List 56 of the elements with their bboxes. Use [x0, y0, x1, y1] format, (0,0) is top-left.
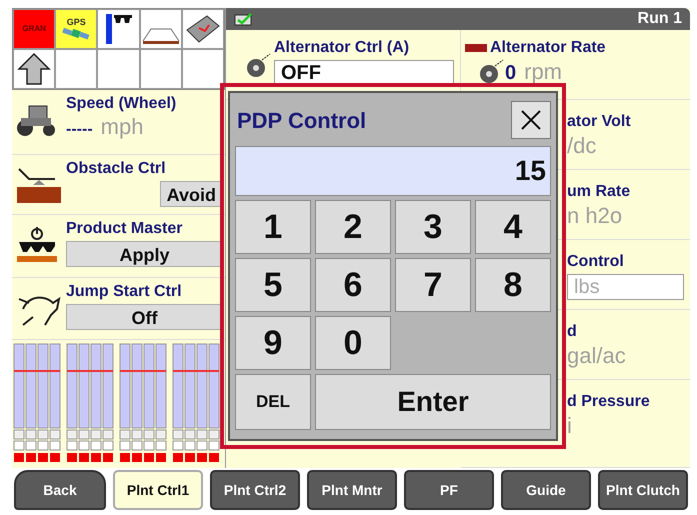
reading-unit: gal/ac [567, 342, 626, 370]
reading-unit: rpm [524, 58, 562, 86]
back-button[interactable]: Back [14, 470, 106, 510]
delete-key[interactable]: DEL [235, 374, 311, 430]
tab[interactable]: Plnt Mntr [307, 470, 397, 510]
chain-icon [465, 42, 487, 54]
digit-key[interactable]: 7 [395, 258, 471, 312]
digit-key[interactable]: 1 [235, 200, 311, 254]
tab[interactable]: Plnt Clutch [598, 470, 688, 510]
header-title: Run 1 [638, 9, 682, 29]
control-button[interactable]: Off [66, 304, 223, 330]
control-label: Jump Start Ctrl [66, 282, 183, 302]
digit-key[interactable]: 2 [315, 200, 391, 254]
control-label: Obstacle Ctrl [66, 159, 167, 179]
control-label: Product Master [66, 219, 184, 239]
reading-unit: /dc [567, 132, 596, 160]
keypad-display: 15 [235, 146, 551, 196]
digit-key[interactable]: 6 [315, 258, 391, 312]
cell-label: d Pressure [567, 392, 651, 412]
digit-key[interactable]: 0 [315, 316, 391, 370]
reading-unit: i [567, 412, 572, 440]
digit-key[interactable]: 5 [235, 258, 311, 312]
reading-value: 0 [505, 61, 516, 86]
cell-label: ator Volt [567, 112, 632, 132]
tab[interactable]: Plnt Ctrl2 [210, 470, 300, 510]
enter-key[interactable]: Enter [315, 374, 551, 430]
dialog-title: PDP Control [236, 106, 366, 134]
cell-label: d [567, 322, 578, 342]
control-button[interactable]: Apply [66, 241, 223, 267]
cell-label: Alternator Rate [490, 38, 606, 58]
digit-key[interactable]: 9 [235, 316, 311, 370]
close-button[interactable] [511, 101, 551, 139]
reading-value: ----- [66, 120, 93, 140]
alternator-icon [477, 58, 505, 84]
reading-unit: mph [100, 114, 144, 140]
checkbox-icon [234, 12, 254, 26]
satellite-icon [62, 26, 90, 40]
meter-icon [103, 12, 134, 46]
tab[interactable]: Plnt Ctrl1 [113, 470, 203, 510]
control-label: Speed (Wheel) [66, 94, 178, 114]
reading-unit: n h2o [567, 202, 622, 230]
up-arrow-icon [17, 52, 52, 86]
cell-label: um Rate [567, 182, 632, 202]
tab[interactable]: PF [404, 470, 494, 510]
status-label: GRAN [22, 23, 46, 35]
digit-key[interactable]: 8 [475, 258, 551, 312]
digit-key[interactable]: 4 [475, 200, 551, 254]
close-icon [519, 108, 543, 132]
control-button[interactable]: Avoid [160, 181, 223, 207]
digit-key[interactable]: 3 [395, 200, 471, 254]
tab[interactable]: Guide [501, 470, 591, 510]
furrow-icon [142, 28, 180, 44]
alternator-icon [244, 52, 272, 78]
status-label: GPS [66, 18, 86, 26]
cell-label: Control [567, 252, 625, 272]
cell-label: Alternator Ctrl (A) [274, 38, 410, 58]
